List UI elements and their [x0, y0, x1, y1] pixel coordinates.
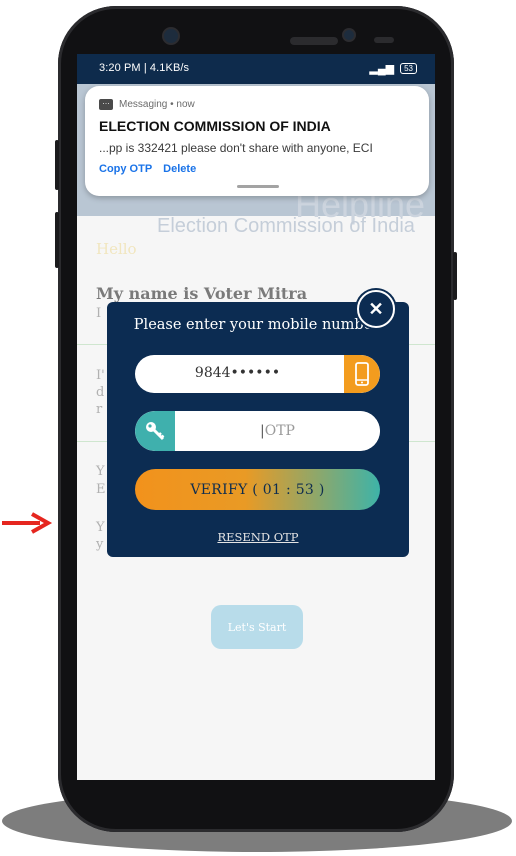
notification-app-name: Messaging • now [119, 99, 195, 110]
front-camera [164, 29, 178, 43]
earpiece-speaker [290, 37, 338, 45]
notification-app-line: … Messaging • now [99, 98, 195, 110]
lets-start-button[interactable]: Let's Start [211, 605, 303, 649]
otp-placeholder: OTP [264, 423, 295, 439]
ghost-text: Y [96, 464, 105, 479]
status-right-icons: ▂▄▆ 53 [369, 62, 417, 75]
otp-field[interactable]: | OTP [135, 411, 380, 451]
close-icon[interactable]: ✕ [357, 290, 395, 328]
mobile-number-field[interactable]: 9844•••••• [135, 355, 380, 393]
ghost-text: d [96, 385, 105, 400]
otp-dialog: Please enter your mobile number. 9844•••… [107, 302, 409, 557]
front-flash [344, 30, 354, 40]
notification-body: ...pp is 332421 please don't share with … [99, 141, 373, 155]
verify-button[interactable]: VERIFY ( 01 : 53 ) [135, 469, 380, 510]
ghost-text: E [96, 482, 106, 497]
sms-notification[interactable]: … Messaging • now ELECTION COMMISSION OF… [85, 86, 429, 196]
status-time: 3:20 PM | 4.1KB/s [99, 62, 190, 74]
messaging-icon: … [99, 98, 113, 110]
proximity-sensor [374, 37, 394, 43]
notification-actions: Copy OTP Delete [99, 163, 196, 175]
ghost-text: r [96, 402, 103, 417]
power-button [453, 252, 457, 300]
mobile-phone-icon [344, 355, 380, 393]
bixby-button [55, 212, 59, 268]
phone-screen: 3:20 PM | 4.1KB/s ▂▄▆ 53 Helpline Electi… [77, 54, 435, 780]
notification-title: ELECTION COMMISSION OF INDIA [99, 118, 331, 134]
key-icon [135, 411, 175, 451]
delete-button[interactable]: Delete [163, 163, 196, 175]
greeting-text: Hello [96, 240, 137, 258]
volume-button [55, 140, 59, 190]
ghost-text: I [96, 306, 102, 321]
otp-input[interactable]: | OTP [175, 411, 380, 451]
notification-drag-handle[interactable] [237, 185, 279, 188]
resend-otp-link[interactable]: RESEND OTP [107, 530, 409, 544]
intro-heading: My name is Voter Mitra [96, 284, 308, 303]
ghost-text: y [96, 537, 104, 552]
status-bar: 3:20 PM | 4.1KB/s ▂▄▆ 53 [77, 54, 435, 84]
signal-icon: ▂▄▆ [369, 63, 395, 75]
arrow-right-icon [2, 512, 53, 534]
app-subtitle: Election Commission of India [157, 215, 415, 237]
battery-icon: 53 [400, 63, 417, 74]
mobile-number-value: 9844•••••• [194, 365, 281, 381]
ghost-text: Y [96, 520, 105, 535]
copy-otp-button[interactable]: Copy OTP [99, 163, 152, 175]
ghost-text: I' [96, 368, 105, 383]
